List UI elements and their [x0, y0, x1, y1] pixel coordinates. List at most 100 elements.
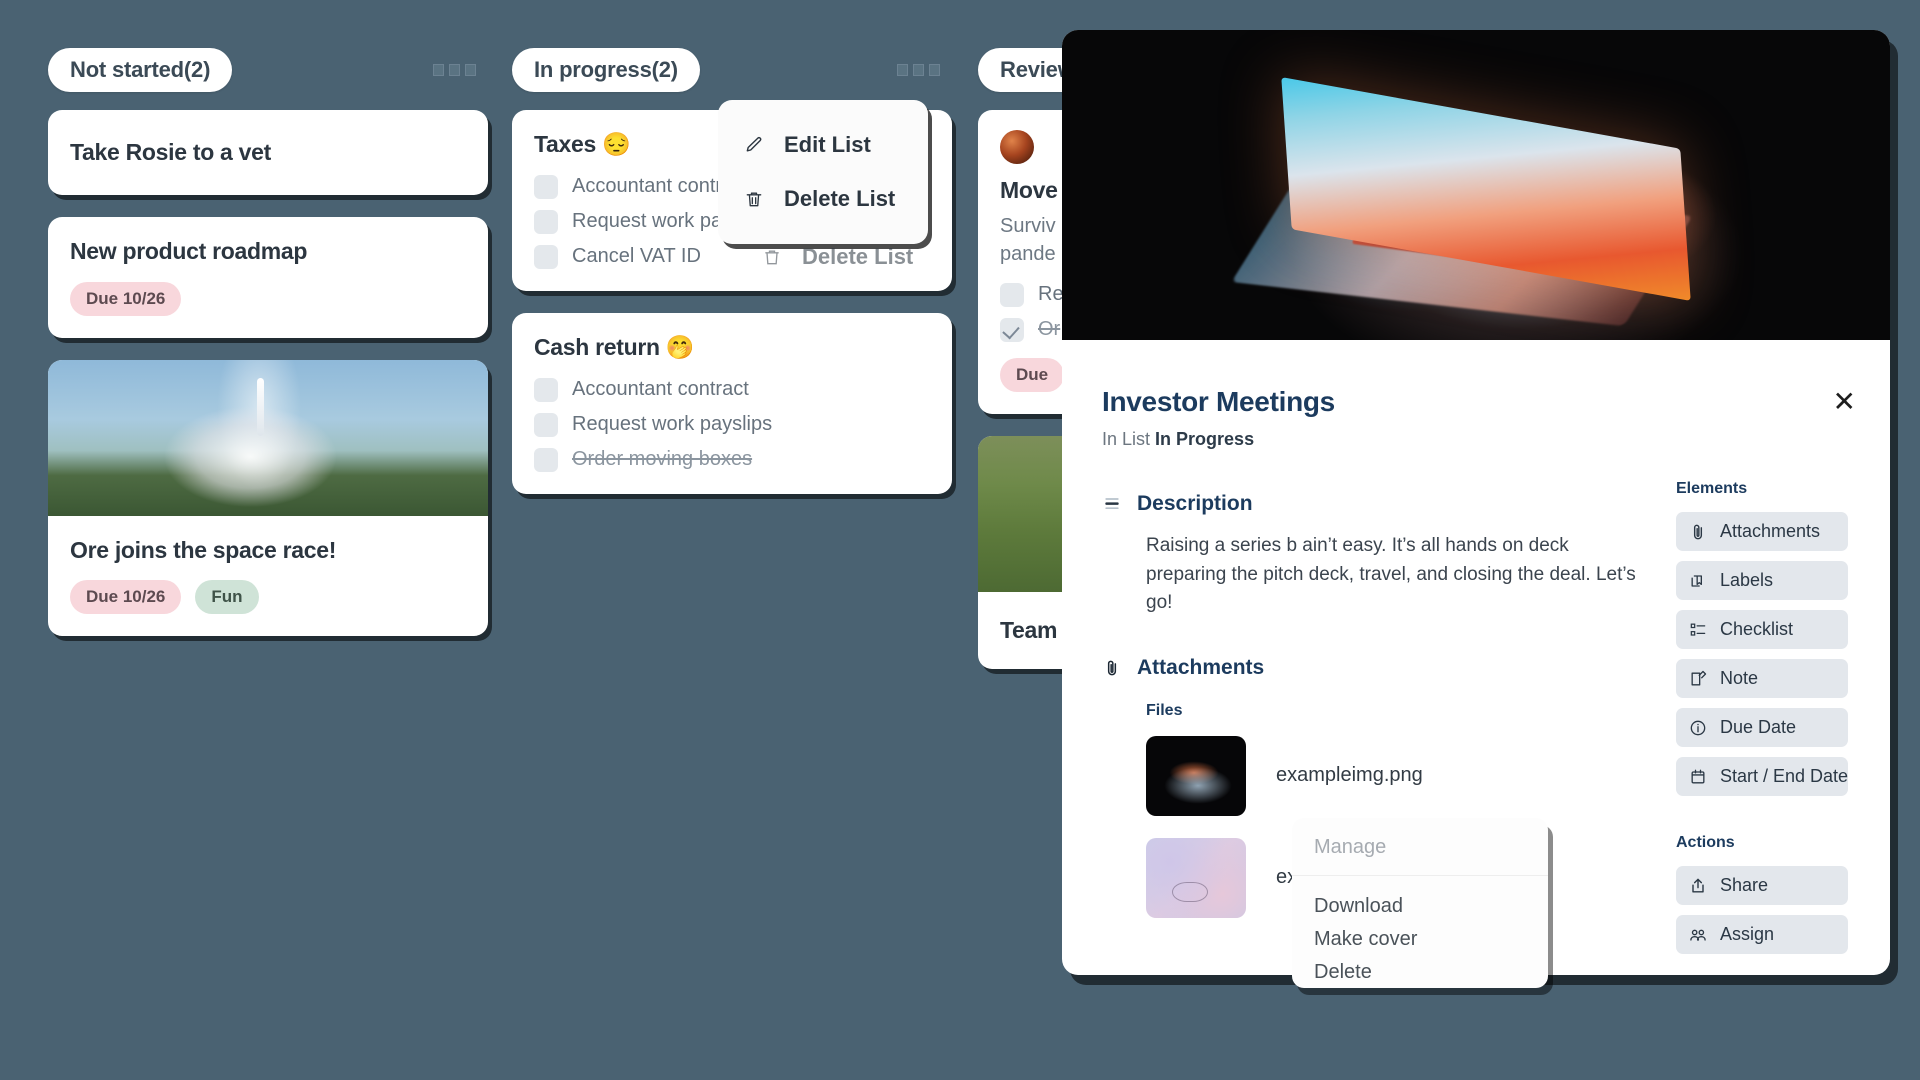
- rail-button-start-end-date[interactable]: Start / End Date: [1676, 757, 1848, 796]
- list-menu-ghost-label: Delete List: [802, 244, 914, 269]
- rail-button-label: Attachments: [1720, 521, 1821, 541]
- list-menu-ghost-row: Delete List: [736, 212, 946, 302]
- rail-button-checklist[interactable]: Checklist: [1676, 610, 1848, 649]
- rail-button-label: Labels: [1720, 570, 1774, 590]
- elements-label: Elements: [1676, 480, 1748, 497]
- manage-menu-item-delete[interactable]: Delete: [1314, 956, 1526, 989]
- checklist-label: Order moving boxes: [572, 448, 753, 470]
- description-icon: [1105, 498, 1119, 509]
- trash-icon: [746, 192, 762, 207]
- paperclip-icon: [1107, 660, 1117, 675]
- attachment-thumb-bicycle-thumb[interactable]: [1146, 837, 1246, 918]
- checklist-label: Re: [1038, 283, 1064, 306]
- checkbox-icon[interactable]: [534, 412, 558, 437]
- checkbox-icon[interactable]: [534, 447, 558, 472]
- checkbox-icon[interactable]: [534, 377, 558, 402]
- card-title: Ore joins the space race!: [70, 536, 337, 563]
- rail-button-label: Assign: [1720, 924, 1775, 944]
- rail-button-label: Share: [1720, 875, 1769, 895]
- card-checklist: Accountant contract Request work payslip…: [534, 377, 930, 472]
- glyph-box: [465, 64, 476, 76]
- in-list-value: In Progress: [1155, 429, 1255, 449]
- checkbox-icon[interactable]: [1000, 282, 1024, 307]
- board-card[interactable]: Take Rosie to a vet: [48, 110, 488, 195]
- card-badges: Due 10/26: [70, 281, 466, 316]
- rail-button-share[interactable]: Share: [1676, 866, 1848, 905]
- glyph-box: [433, 64, 444, 76]
- manage-menu-header: Manage: [1292, 818, 1548, 876]
- list-menu-label: Delete List: [784, 186, 896, 211]
- attachment-thumb-laptop-thumb[interactable]: [1146, 735, 1246, 816]
- more-options-icon[interactable]: [433, 64, 488, 76]
- rail-spacer: [1676, 806, 1848, 834]
- column-title-not-started[interactable]: Not started(2): [48, 48, 233, 92]
- list-context-menu[interactable]: Delete List Edit List Delete List: [718, 100, 928, 269]
- checklist-label: Request work payslips: [572, 413, 773, 435]
- rail-button-label: Due Date: [1720, 717, 1797, 737]
- board-card[interactable]: Cash return 🤭 Accountant contract Reques…: [512, 312, 952, 494]
- glyph-box: [897, 64, 908, 76]
- checklist-label: Accountant contract: [572, 378, 749, 400]
- rail-button-note[interactable]: Note: [1676, 659, 1848, 698]
- paperclip-icon: [1693, 524, 1703, 539]
- rail-button-label: Note: [1720, 668, 1759, 688]
- note-icon: [1691, 670, 1707, 685]
- checkbox-icon[interactable]: [534, 174, 558, 199]
- list-menu-label: Edit List: [784, 132, 871, 157]
- manage-menu-list: Download Make cover Delete: [1292, 876, 1548, 989]
- modal-cover-laptop-dark-photo: [1062, 30, 1890, 340]
- calendar-icon: [1691, 769, 1705, 783]
- attachment-manage-menu[interactable]: Manage Download Make cover Delete: [1292, 818, 1548, 988]
- board-card[interactable]: Ore joins the space race! Due 10/26 Fun: [48, 359, 488, 637]
- people-icon: [1690, 929, 1706, 941]
- due-date-badge: Due 10/26: [70, 281, 182, 316]
- avatar: [1000, 130, 1034, 164]
- more-options-icon[interactable]: [897, 64, 952, 76]
- checkbox-checked-icon[interactable]: [1000, 317, 1024, 342]
- attachments-heading: Attachments: [1137, 655, 1265, 679]
- rail-button-assign[interactable]: Assign: [1676, 915, 1848, 954]
- board-card[interactable]: New product roadmap Due 10/26: [48, 216, 488, 338]
- list-menu-item-edit-list[interactable]: Edit List: [718, 118, 928, 172]
- card-badges: Due 10/26 Fun: [70, 580, 466, 615]
- rail-button-label: Start / End Date: [1720, 766, 1849, 786]
- checklist-icon: [1690, 623, 1706, 636]
- elements-rail: Elements Attachments Labels Checklist No…: [1676, 480, 1848, 964]
- checklist-item[interactable]: Accountant contract: [534, 377, 930, 402]
- rail-button-due-date[interactable]: Due Date: [1676, 708, 1848, 747]
- in-list-prefix: In List: [1102, 429, 1151, 449]
- description-heading: Description: [1137, 492, 1253, 515]
- in-list-status: In List In Progress: [1102, 429, 1844, 450]
- checklist-item[interactable]: Request work payslips: [534, 412, 930, 437]
- pencil-icon: [746, 136, 762, 152]
- card-title: Take Rosie to a vet: [70, 139, 271, 165]
- rail-button-attachments[interactable]: Attachments: [1676, 512, 1848, 551]
- rail-button-labels[interactable]: Labels: [1676, 561, 1848, 600]
- share-icon: [1692, 878, 1704, 893]
- column-header: Not started(2): [48, 48, 488, 92]
- rail-button-label: Checklist: [1720, 619, 1794, 639]
- checklist-item[interactable]: Order moving boxes: [534, 447, 930, 472]
- due-date-badge: Due: [1000, 357, 1065, 392]
- board-column-not-started: Not started(2) Take Rosie to a vet New p…: [48, 48, 488, 658]
- list-menu-ghost-item: Delete List: [736, 230, 946, 284]
- card-title: New product roadmap: [70, 237, 308, 264]
- column-title-in-progress[interactable]: In progress(2): [512, 48, 700, 92]
- label-icon: [1691, 574, 1702, 587]
- manage-menu-item-download[interactable]: Download: [1314, 890, 1526, 923]
- checklist-label: Cancel VAT ID: [572, 245, 701, 268]
- due-date-badge: Due 10/26: [70, 580, 182, 615]
- checkbox-icon[interactable]: [534, 209, 558, 234]
- glyph-box: [449, 64, 460, 76]
- card-cover-rocket-launch-photo: [48, 359, 488, 516]
- glyph-box: [929, 64, 940, 76]
- trash-icon: [765, 250, 779, 265]
- manage-menu-item-make-cover[interactable]: Make cover: [1314, 923, 1526, 956]
- glyph-box: [913, 64, 924, 76]
- info-icon: [1690, 720, 1706, 735]
- checkbox-icon[interactable]: [534, 244, 558, 269]
- column-header: In progress(2): [512, 48, 952, 92]
- page-title: Investor Meetings: [1102, 386, 1335, 417]
- checklist-label: Or: [1038, 318, 1061, 341]
- card-title: Cash return 🤭: [534, 333, 695, 360]
